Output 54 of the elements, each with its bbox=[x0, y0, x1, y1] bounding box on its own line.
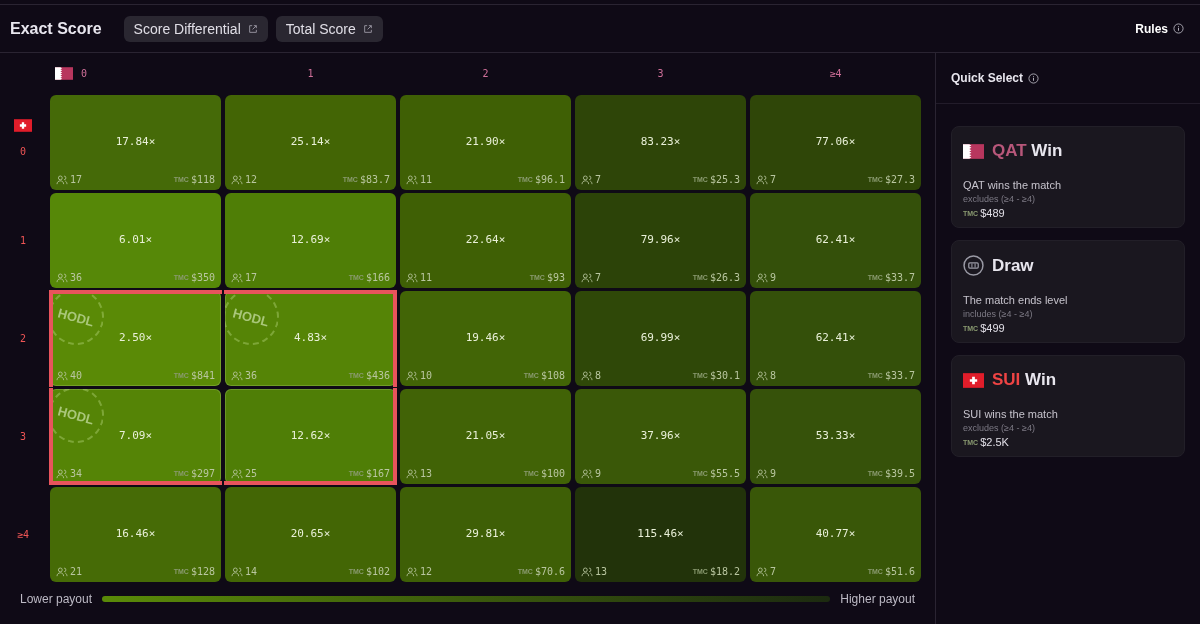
users-icon bbox=[581, 566, 593, 577]
users-icon bbox=[56, 174, 68, 185]
row-header: ≥4 bbox=[16, 529, 29, 540]
swiss-flag-icon bbox=[963, 372, 984, 388]
market-link[interactable]: Total Score bbox=[275, 15, 383, 42]
option-title: SUI Win bbox=[992, 370, 1057, 390]
rules-button[interactable]: Rules bbox=[1129, 20, 1190, 37]
users-icon bbox=[56, 468, 68, 479]
users-icon bbox=[756, 174, 768, 185]
column-header: ≥4 bbox=[829, 67, 842, 79]
row-header: 2 bbox=[20, 333, 26, 344]
swiss-flag-icon bbox=[14, 118, 32, 132]
external-link-icon bbox=[362, 23, 373, 34]
users-icon bbox=[756, 566, 768, 577]
users-icon bbox=[406, 468, 418, 479]
legend-label: Higher payout bbox=[840, 592, 915, 606]
users-icon bbox=[406, 370, 418, 381]
row-header: 0 bbox=[20, 145, 26, 157]
users-icon bbox=[406, 566, 418, 577]
info-icon bbox=[1173, 23, 1184, 34]
column-header: 1 bbox=[307, 67, 314, 79]
users-icon bbox=[756, 272, 768, 283]
draw-icon bbox=[963, 255, 984, 276]
page-title: Exact Score bbox=[10, 19, 102, 38]
users-icon bbox=[231, 272, 243, 283]
external-link-icon bbox=[247, 23, 258, 34]
users-icon bbox=[56, 566, 68, 577]
qatar-flag-icon bbox=[963, 143, 984, 159]
users-icon bbox=[231, 370, 243, 381]
column-header: 0 bbox=[81, 67, 88, 79]
column-header: 2 bbox=[482, 67, 489, 79]
users-icon bbox=[756, 370, 768, 381]
users-icon bbox=[231, 566, 243, 577]
column-header: 3 bbox=[657, 67, 664, 79]
panel-title: Quick Select bbox=[951, 71, 1024, 85]
users-icon bbox=[581, 370, 593, 381]
row-header: 3 bbox=[20, 431, 26, 442]
users-icon bbox=[756, 468, 768, 479]
users-icon bbox=[406, 272, 418, 283]
qatar-flag-icon bbox=[55, 66, 73, 80]
users-icon bbox=[581, 468, 593, 479]
users-icon bbox=[581, 174, 593, 185]
legend-label: Lower payout bbox=[20, 592, 93, 606]
option-title: QAT Win bbox=[992, 141, 1063, 161]
users-icon bbox=[231, 174, 243, 185]
users-icon bbox=[406, 174, 418, 185]
market-link[interactable]: Score Differential bbox=[123, 15, 268, 42]
row-header: 1 bbox=[20, 235, 26, 246]
info-icon bbox=[1028, 72, 1040, 84]
users-icon bbox=[231, 468, 243, 479]
users-icon bbox=[56, 272, 68, 283]
users-icon bbox=[581, 272, 593, 283]
users-icon bbox=[56, 370, 68, 381]
option-title: Draw bbox=[992, 255, 1034, 276]
